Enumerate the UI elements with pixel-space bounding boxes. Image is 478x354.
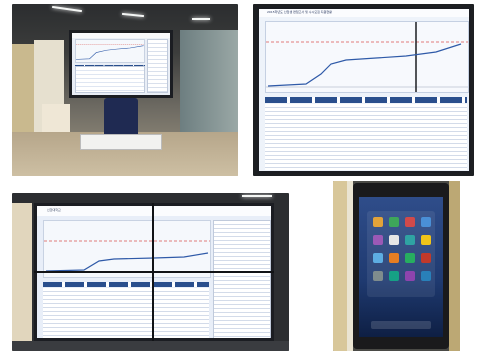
table-icon: [213, 220, 271, 338]
chart-line-icon: [75, 43, 144, 60]
table-header: [265, 97, 467, 103]
screen-chart-title: 2015학년도 신입생 면접고사 및 수시모집 지원현황: [267, 10, 332, 14]
ceiling-light: [242, 195, 272, 197]
chart-line-icon: [266, 22, 468, 92]
photo-lobby-kiosk: [12, 4, 238, 176]
floor: [12, 341, 289, 351]
wall-panel: [12, 203, 32, 351]
wall-panel: [333, 181, 347, 351]
table-icon: [43, 288, 209, 338]
ceiling-light: [52, 5, 82, 13]
glass-wall: [180, 30, 238, 136]
ceiling-light: [192, 18, 210, 20]
wall-panel: [12, 44, 34, 134]
photo-video-wall: 신한대학교: [12, 193, 289, 351]
kiosk-touchscreen: [359, 197, 443, 337]
app-grid-icon: [367, 211, 435, 297]
photo-chart-closeup: 2015학년도 신입생 면접고사 및 수시모집 지원현황: [253, 4, 474, 176]
kiosk-base: [80, 134, 162, 150]
screen-logo-label: 신한대학교: [47, 208, 61, 212]
display-screen: 2015학년도 신입생 면접고사 및 수시모집 지원현황: [257, 7, 471, 173]
kiosk-stand: [104, 98, 138, 134]
line-chart: [265, 21, 469, 93]
wall-panel: [449, 181, 460, 351]
chart-line-icon: [44, 240, 210, 272]
ceiling-light: [121, 12, 145, 18]
brochure-stand: [42, 104, 70, 132]
photo-touch-kiosk: [333, 181, 460, 351]
line-chart: [43, 220, 211, 278]
table-header: [43, 282, 209, 287]
dock-bar: [371, 321, 431, 329]
kiosk-screen: [69, 30, 173, 98]
bezel-horizontal: [34, 271, 274, 273]
table-icon: [265, 104, 467, 170]
